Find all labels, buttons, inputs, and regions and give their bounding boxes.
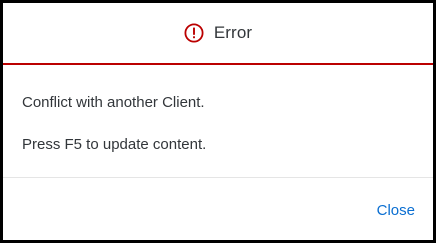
message-refresh-hint: Press F5 to update content. <box>22 136 207 153</box>
error-icon <box>184 23 204 43</box>
message-conflict: Conflict with another Client. <box>22 94 205 111</box>
dialog-title: Error <box>213 23 253 42</box>
close-button[interactable]: Close <box>377 202 415 219</box>
error-dialog: Error Conflict with another Client. Pres… <box>0 0 436 243</box>
dialog-footer: Close <box>3 177 433 243</box>
dialog-header: Error <box>3 3 433 65</box>
